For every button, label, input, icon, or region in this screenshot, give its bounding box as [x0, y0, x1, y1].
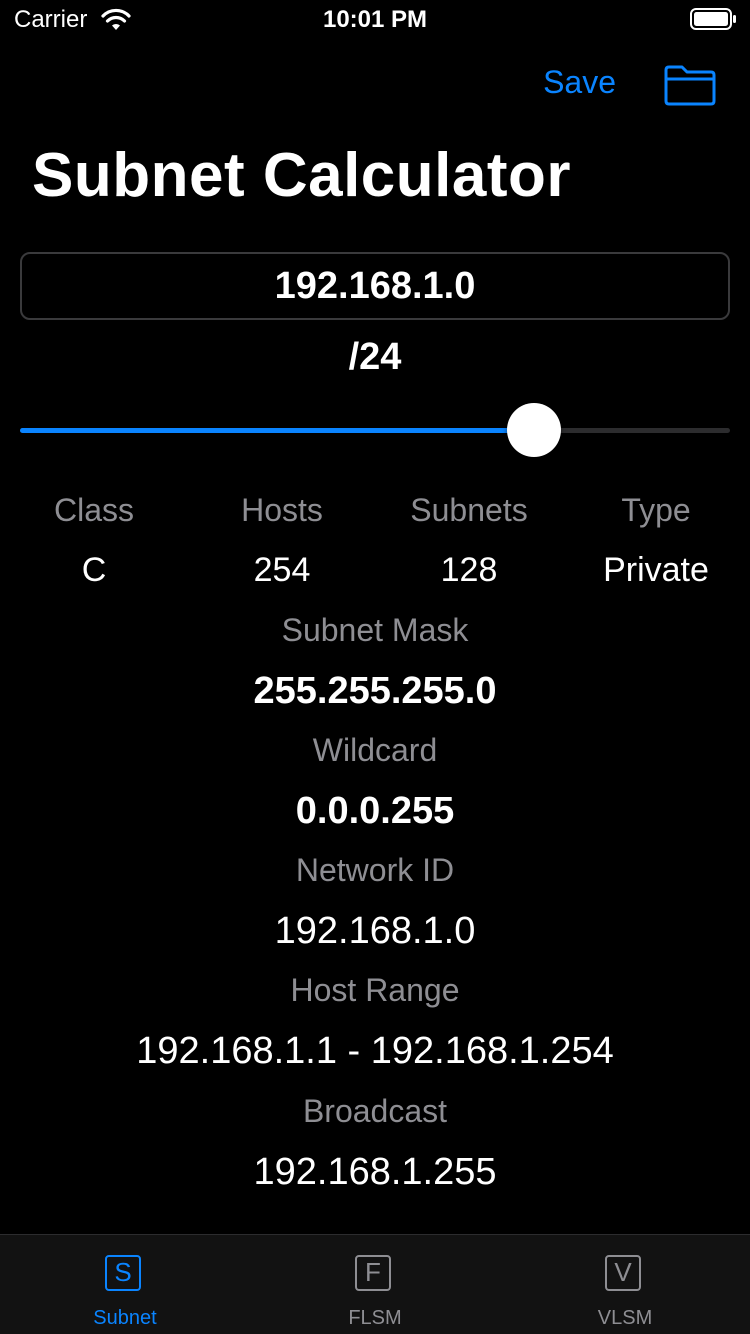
- status-bar: Carrier 10:01 PM: [0, 0, 750, 40]
- wildcard-value: 0.0.0.255: [295, 790, 455, 832]
- host-range-value: 192.168.1.1 - 192.168.1.254: [136, 1030, 614, 1072]
- vlsm-tab-icon[interactable]: V: [605, 1255, 641, 1291]
- tab-flsm[interactable]: F FLSM: [250, 1235, 500, 1334]
- wildcard-section: Wildcard 0.0.0.255: [0, 728, 750, 834]
- battery-icon: [690, 8, 736, 30]
- flsm-tab-icon[interactable]: F: [355, 1255, 391, 1291]
- stat-class: Class C: [0, 488, 188, 592]
- stat-type: Type Private: [562, 488, 750, 592]
- tab-label[interactable]: FLSM: [250, 1307, 500, 1330]
- tab-bar: S Subnet F FLSM V VLSM: [0, 1234, 750, 1334]
- tab-vlsm[interactable]: V VLSM: [500, 1235, 750, 1334]
- ip-address-input[interactable]: [20, 252, 730, 320]
- broadcast-value: 192.168.1.255: [253, 1151, 497, 1193]
- host-range-label: Host Range: [290, 972, 460, 1008]
- stat-hosts: Hosts 254: [188, 488, 376, 592]
- stat-value: Private: [603, 551, 709, 589]
- slider-fill: [20, 428, 534, 433]
- stat-value: 128: [440, 551, 498, 589]
- cidr-slider[interactable]: [20, 402, 730, 458]
- network-id-section: Network ID 192.168.1.0: [0, 848, 750, 954]
- screen: Carrier 10:01 PM Save Subnet Calculator …: [0, 0, 750, 1334]
- network-id-value: 192.168.1.0: [274, 910, 476, 952]
- tab-label[interactable]: VLSM: [500, 1307, 750, 1330]
- subnet-mask-section: Subnet Mask 255.255.255.0: [0, 608, 750, 714]
- broadcast-label: Broadcast: [302, 1093, 448, 1129]
- tab-label[interactable]: Subnet: [0, 1307, 250, 1330]
- subnet-mask-value: 255.255.255.0: [253, 670, 497, 712]
- stat-label: Hosts: [241, 492, 323, 528]
- broadcast-section: Broadcast 192.168.1.255: [0, 1089, 750, 1195]
- network-id-label: Network ID: [295, 852, 455, 888]
- folder-icon[interactable]: [664, 64, 716, 106]
- subnet-mask-label: Subnet Mask: [281, 612, 469, 648]
- page-title: Subnet Calculator: [32, 141, 572, 210]
- subnet-tab-icon[interactable]: S: [105, 1255, 141, 1291]
- clock: 10:01 PM: [322, 6, 428, 33]
- stat-value: C: [81, 551, 107, 589]
- cidr-prefix-label: /24: [348, 336, 402, 378]
- tab-subnet[interactable]: S Subnet: [0, 1235, 250, 1334]
- wildcard-label: Wildcard: [312, 732, 438, 768]
- stat-label: Class: [53, 492, 134, 528]
- stat-subnets: Subnets 128: [375, 488, 563, 592]
- host-range-section: Host Range 192.168.1.1 - 192.168.1.254: [0, 968, 750, 1074]
- slider-thumb[interactable]: [506, 403, 561, 457]
- stat-label: Subnets: [410, 492, 528, 528]
- stat-value: 254: [253, 551, 311, 589]
- stat-label: Type: [621, 492, 691, 528]
- save-button[interactable]: Save: [543, 64, 616, 101]
